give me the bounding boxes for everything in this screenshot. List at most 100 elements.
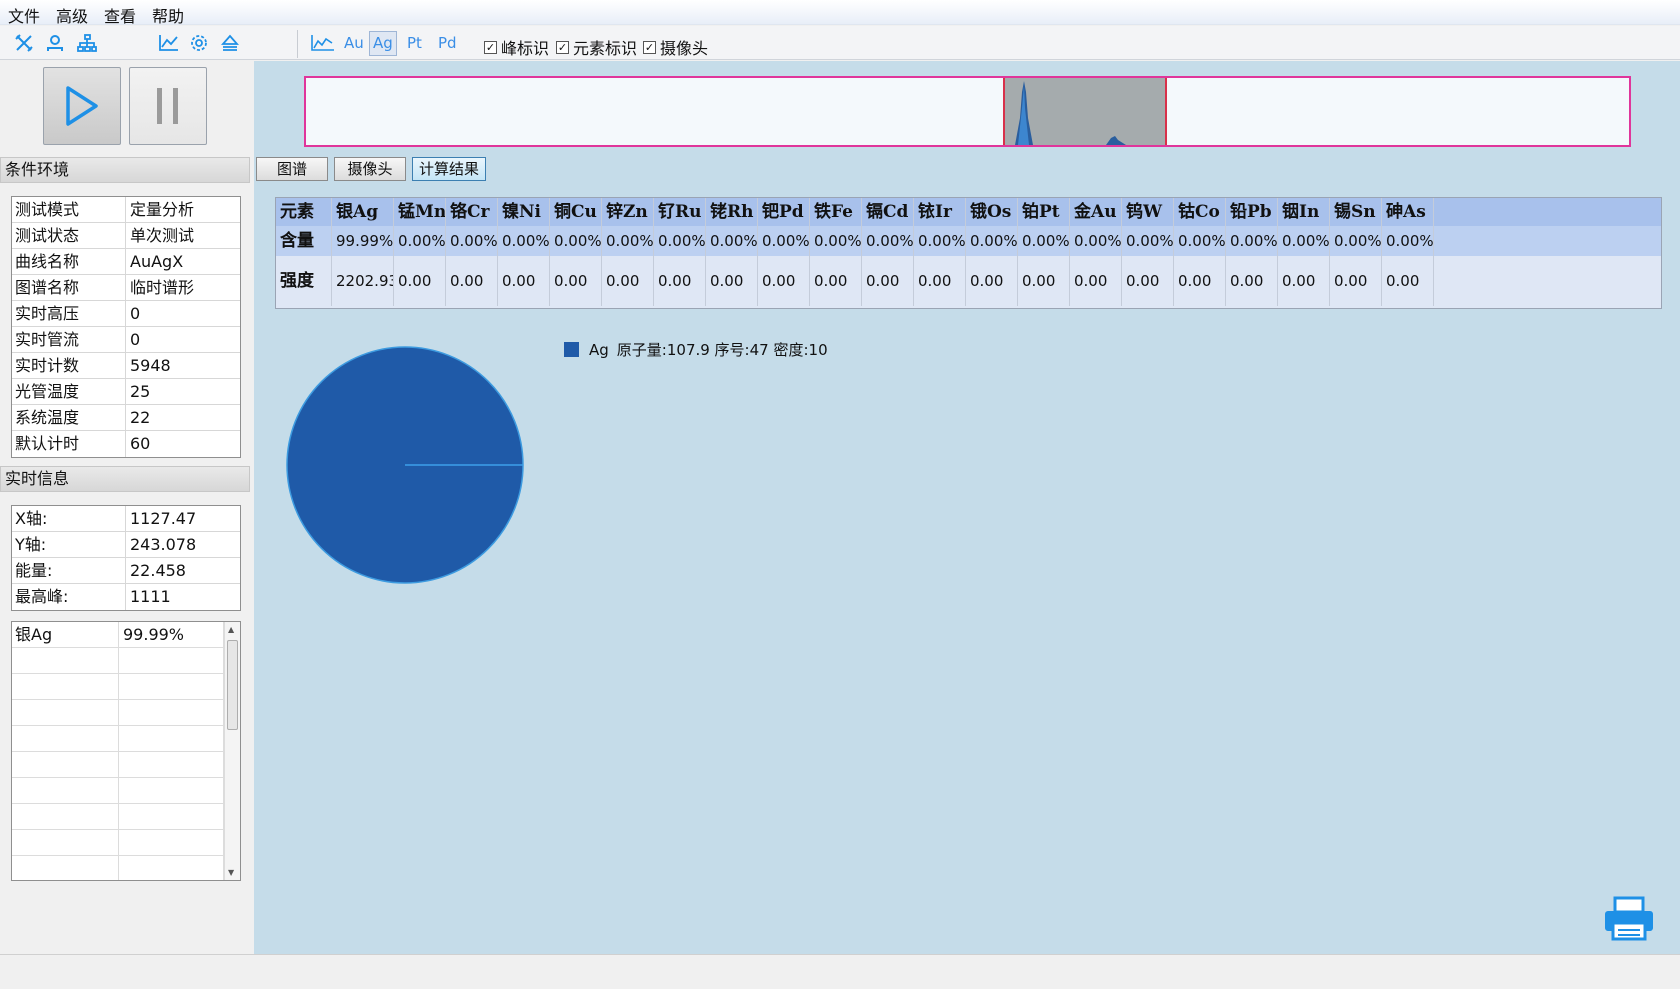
results-content-cell: 0.00%	[758, 226, 810, 256]
results-content-cell: 0.00%	[914, 226, 966, 256]
camera-checkbox[interactable]: ✓ 摄像头	[643, 35, 708, 59]
results-content-cell: 0.00%	[1018, 226, 1070, 256]
element-list-row[interactable]	[12, 804, 240, 830]
results-content-cell: 0.00%	[810, 226, 862, 256]
scroll-down-icon[interactable]: ▼	[228, 868, 234, 877]
results-intensity-cell: 0.00	[498, 256, 550, 306]
scroll-up-icon[interactable]: ▲	[228, 625, 234, 634]
spectrum-view-icon[interactable]	[309, 31, 337, 55]
element-list-row[interactable]	[12, 648, 240, 674]
tools-icon[interactable]	[12, 31, 36, 55]
element-list-value	[119, 726, 224, 751]
print-button[interactable]	[1601, 895, 1657, 947]
element-label-checkbox[interactable]: ✓ 元素标识	[556, 35, 637, 59]
tab-camera[interactable]: 摄像头	[334, 157, 406, 181]
menu-view[interactable]: 查看	[104, 3, 136, 27]
printer-icon	[1605, 896, 1653, 941]
chart-icon[interactable]	[157, 31, 181, 55]
results-intensity-cell: 0.00	[914, 256, 966, 306]
element-pt-button[interactable]: Pt	[407, 34, 422, 52]
menu-file[interactable]: 文件	[8, 3, 40, 27]
realtime-label: 最高峰:	[12, 584, 126, 610]
realtime-row: 能量: 22.458	[12, 558, 240, 584]
results-element-cell: 铜Cu	[550, 198, 602, 226]
element-pd-button[interactable]: Pd	[438, 34, 457, 52]
element-list-row[interactable]	[12, 726, 240, 752]
results-intensity-cell: 0.00	[654, 256, 706, 306]
results-element-cell: 锇Os	[966, 198, 1018, 226]
element-ag-button[interactable]: Ag	[369, 31, 397, 56]
status-bar	[0, 954, 1680, 989]
condition-value: 临时谱形	[130, 278, 195, 297]
results-intensity-cell: 0.00	[1174, 256, 1226, 306]
results-element-cell: 砷As	[1382, 198, 1434, 226]
hierarchy-icon[interactable]	[75, 31, 99, 55]
main-area: 图谱 摄像头 计算结果 元素 银Ag 锰Mn 铬Cr 镍Ni 铜Cu 锌Zn 钌Ru 铑Rh 钯P…	[254, 61, 1680, 954]
settings-icon[interactable]	[187, 31, 211, 55]
results-element-cell: 镍Ni	[498, 198, 550, 226]
pause-button[interactable]	[129, 67, 207, 145]
condition-label: 光管温度	[12, 379, 126, 404]
condition-label: 默认计时	[12, 431, 126, 457]
condition-value: 5948	[130, 356, 171, 375]
realtime-value: 1127.47	[130, 509, 197, 528]
user-icon[interactable]	[43, 31, 67, 55]
condition-row: 曲线名称 AuAgX	[12, 249, 240, 275]
results-intensity-cell: 0.00	[1070, 256, 1122, 306]
element-list-value	[119, 804, 224, 829]
condition-label: 测试模式	[12, 197, 126, 222]
realtime-row: 最高峰: 1111	[12, 584, 240, 610]
legend-details: 原子量:107.9 序号:47 密度:10	[616, 341, 828, 359]
results-intensity-cell: 0.00	[602, 256, 654, 306]
element-au-button[interactable]: Au	[344, 34, 364, 52]
element-list-value	[119, 674, 224, 699]
condition-value: 0	[130, 330, 141, 349]
condition-label: 实时管流	[12, 327, 126, 352]
results-intensity-cell: 0.00	[862, 256, 914, 306]
tab-spectrum[interactable]: 图谱	[256, 157, 328, 181]
element-list-row[interactable]	[12, 700, 240, 726]
results-element-cell: 铑Rh	[706, 198, 758, 226]
condition-label: 曲线名称	[12, 249, 126, 274]
results-element-cell: 钴Co	[1174, 198, 1226, 226]
checkbox-box[interactable]: ✓	[643, 40, 656, 54]
results-table: 元素 银Ag 锰Mn 铬Cr 镍Ni 铜Cu 锌Zn 钌Ru 铑Rh 钯Pd 铁Fe 镉Cd 铱Ir 锇O…	[275, 197, 1662, 309]
content-pie-chart	[286, 346, 524, 584]
checkbox-label: 峰标识	[501, 39, 550, 58]
tab-results[interactable]: 计算结果	[412, 157, 486, 181]
eject-icon[interactable]	[218, 31, 242, 55]
element-list-row[interactable]	[12, 856, 240, 880]
results-element-cell: 锌Zn	[602, 198, 654, 226]
checkbox-box[interactable]: ✓	[484, 40, 497, 54]
element-list-row[interactable]	[12, 752, 240, 778]
scroll-thumb[interactable]	[227, 640, 238, 730]
element-list-name	[12, 674, 119, 699]
start-button[interactable]	[43, 67, 121, 145]
results-content-row: 含量 99.99% 0.00% 0.00% 0.00% 0.00% 0.00% 0.00% 0.…	[276, 226, 1661, 256]
conditions-table: 测试模式 定量分析 测试状态 单次测试 曲线名称 AuAgX 图谱名称 临时谱形 实时高压 0 实时…	[11, 196, 241, 458]
element-list-row[interactable]	[12, 674, 240, 700]
element-list-row[interactable]: 银Ag 99.99%	[12, 622, 240, 648]
legend-swatch	[564, 342, 579, 357]
results-intensity-cell: 0.00	[550, 256, 602, 306]
results-intensity-cell: 0.00	[758, 256, 810, 306]
realtime-value: 1111	[130, 587, 171, 606]
results-content-cell: 0.00%	[446, 226, 498, 256]
element-list-name	[12, 752, 119, 777]
results-content-cell: 0.00%	[1330, 226, 1382, 256]
element-list-row[interactable]	[12, 778, 240, 804]
menu-advanced[interactable]: 高级	[56, 3, 88, 27]
menu-help[interactable]: 帮助	[152, 3, 184, 27]
results-intensity-cell: 0.00	[706, 256, 758, 306]
checkbox-box[interactable]: ✓	[556, 40, 569, 54]
list-scrollbar[interactable]: ▲ ▼	[224, 622, 240, 880]
spectrum-overview[interactable]	[304, 76, 1631, 147]
results-content-cell: 0.00%	[1382, 226, 1434, 256]
element-list-row[interactable]	[12, 830, 240, 856]
results-element-cell: 锰Mn	[394, 198, 446, 226]
condition-row: 实时管流 0	[12, 327, 240, 353]
peak-label-checkbox[interactable]: ✓ 峰标识	[484, 35, 549, 59]
condition-value: 单次测试	[130, 226, 195, 245]
results-element-cell: 铟In	[1278, 198, 1330, 226]
condition-row: 图谱名称 临时谱形	[12, 275, 240, 301]
